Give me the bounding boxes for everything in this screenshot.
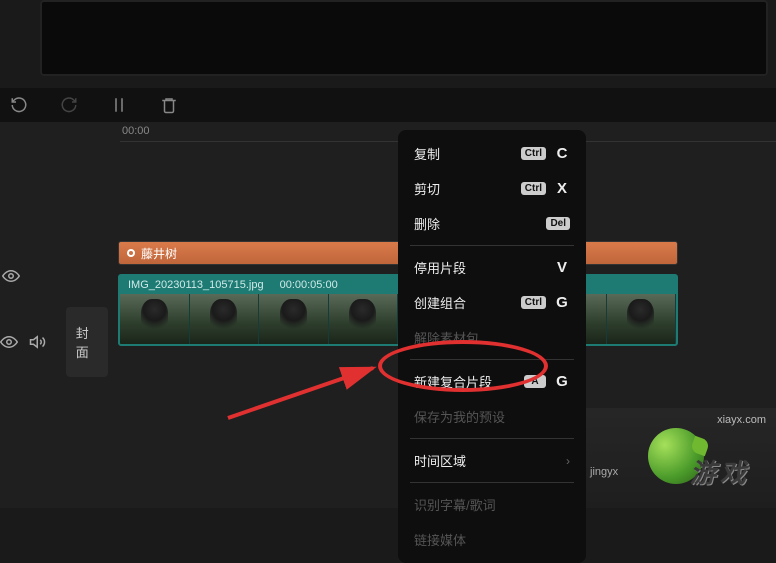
menu-item[interactable]: 剪切 Ctrl X <box>398 171 586 206</box>
cover-button[interactable]: 封面 <box>66 307 108 377</box>
menu-item[interactable]: 删除 Del <box>398 206 586 241</box>
menu-item[interactable]: 时间区域 › <box>398 443 586 478</box>
menu-item-label: 识别字幕/歌词 <box>414 495 496 514</box>
undo-button[interactable] <box>8 94 30 116</box>
visibility-toggle-icon[interactable] <box>0 265 22 287</box>
menu-item: 链接媒体 <box>398 522 586 557</box>
video-clip-filename: IMG_20230113_105715.jpg <box>128 279 264 291</box>
video-track-controls: 封面 <box>0 328 108 356</box>
shortcut-key: C <box>554 145 570 162</box>
text-clip-bullet-icon <box>127 249 135 257</box>
menu-item-label: 保存为我的预设 <box>414 407 505 426</box>
menu-item-label: 时间区域 <box>414 451 466 470</box>
preview-panel <box>40 0 768 76</box>
shortcut-key: X <box>554 180 570 197</box>
visibility-toggle-icon[interactable] <box>0 331 19 353</box>
menu-item-label: 复制 <box>414 144 440 163</box>
timeline-toolbar <box>0 88 776 122</box>
menu-item-label: 删除 <box>414 214 440 233</box>
menu-item-label: 创建组合 <box>414 293 466 312</box>
menu-item-label: 剪切 <box>414 179 440 198</box>
menu-item-label: 新建复合片段 <box>414 372 492 391</box>
shortcut-badge: Del <box>546 217 570 230</box>
timeline-area: 00:00 封面 藤井树 IMG_20230113_105715.jpg 00:… <box>0 122 776 508</box>
menu-item-label: 链接媒体 <box>414 530 466 549</box>
text-track-controls <box>0 262 108 290</box>
shortcut-key: G <box>554 294 570 311</box>
menu-item[interactable]: 停用片段 V <box>398 250 586 285</box>
menu-item: 解除素材包 <box>398 320 586 355</box>
menu-item: 识别字幕/歌词 <box>398 487 586 522</box>
shortcut-badge: A <box>524 375 546 388</box>
delete-button[interactable] <box>158 94 180 116</box>
menu-item[interactable]: 复制 Ctrl C <box>398 136 586 171</box>
shortcut-badge: Ctrl <box>521 296 546 309</box>
audio-toggle-icon[interactable] <box>29 331 48 353</box>
chevron-right-icon: › <box>566 454 570 468</box>
video-clip-duration: 00:00:05:00 <box>280 279 338 291</box>
redo-button[interactable] <box>58 94 80 116</box>
menu-item-label: 解除素材包 <box>414 328 479 347</box>
text-clip-label: 藤井树 <box>141 245 177 262</box>
shortcut-badge: Ctrl <box>521 182 546 195</box>
menu-item-label: 停用片段 <box>414 258 466 277</box>
shortcut-key: G <box>554 373 570 390</box>
menu-item[interactable]: 创建组合 Ctrl G <box>398 285 586 320</box>
menu-item: 保存为我的预设 <box>398 399 586 434</box>
split-button[interactable] <box>108 94 130 116</box>
track-controls: 封面 <box>0 262 108 356</box>
time-start-label: 00:00 <box>122 125 150 137</box>
menu-item[interactable]: 新建复合片段 AG <box>398 364 586 399</box>
context-menu: 复制 Ctrl C 剪切 Ctrl X 删除 Del 停用片段 V 创建组合 Ctrl G 解除素材包新建… <box>398 130 586 563</box>
shortcut-badge: Ctrl <box>521 147 546 160</box>
shortcut-key: V <box>554 259 570 276</box>
